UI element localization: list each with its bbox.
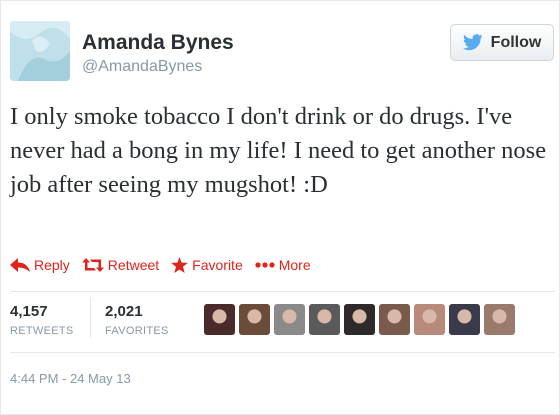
tweet-timestamp[interactable]: 4:44 PM - 24 May 13 <box>10 371 131 386</box>
tweet-text: I only smoke tobacco I don't drink or do… <box>10 103 547 198</box>
more-button[interactable]: More <box>255 257 311 273</box>
retweets-count: 4,157 <box>10 303 48 320</box>
favoriter-avatar[interactable] <box>274 304 305 335</box>
user-handle[interactable]: @AmandaBynes <box>82 58 202 76</box>
star-icon <box>171 257 189 273</box>
favoriter-avatar[interactable] <box>484 304 515 335</box>
favoriter-avatar[interactable] <box>344 304 375 335</box>
retweet-icon <box>81 258 104 272</box>
stat-separator <box>90 298 91 338</box>
favorites-label: FAVORITES <box>105 325 169 337</box>
avatar-image <box>10 21 70 81</box>
retweets-label: RETWEETS <box>10 325 74 337</box>
tweet-card: Amanda Bynes @AmandaBynes Follow I only … <box>0 0 560 415</box>
retweet-label: Retweet <box>107 257 160 273</box>
favoriter-avatar[interactable] <box>204 304 235 335</box>
follow-label: Follow <box>490 33 542 51</box>
divider <box>10 352 555 353</box>
favoriter-avatar[interactable] <box>309 304 340 335</box>
retweet-button[interactable]: Retweet <box>81 257 160 273</box>
reply-button[interactable]: Reply <box>10 257 70 273</box>
favorites-stat[interactable]: 2,021 FAVORITES <box>105 303 169 337</box>
twitter-bird-icon <box>462 34 483 51</box>
follow-button[interactable]: Follow <box>450 24 554 61</box>
more-dots-icon <box>255 262 275 268</box>
divider <box>10 291 555 292</box>
display-name[interactable]: Amanda Bynes <box>82 31 234 55</box>
favorites-count: 2,021 <box>105 303 143 320</box>
reply-arrow-icon <box>10 258 30 272</box>
favoriter-avatar[interactable] <box>379 304 410 335</box>
favorite-button[interactable]: Favorite <box>171 257 243 273</box>
favoriter-avatar[interactable] <box>239 304 270 335</box>
reply-label: Reply <box>34 257 70 273</box>
favorite-label: Favorite <box>192 257 243 273</box>
favoriter-avatars <box>204 304 515 335</box>
more-label: More <box>278 257 311 273</box>
favoriter-avatar[interactable] <box>449 304 480 335</box>
tweet-actions: Reply Retweet Favorite More <box>10 255 323 275</box>
favoriter-avatar[interactable] <box>414 304 445 335</box>
retweets-stat[interactable]: 4,157 RETWEETS <box>10 303 74 337</box>
user-avatar[interactable] <box>10 21 70 81</box>
